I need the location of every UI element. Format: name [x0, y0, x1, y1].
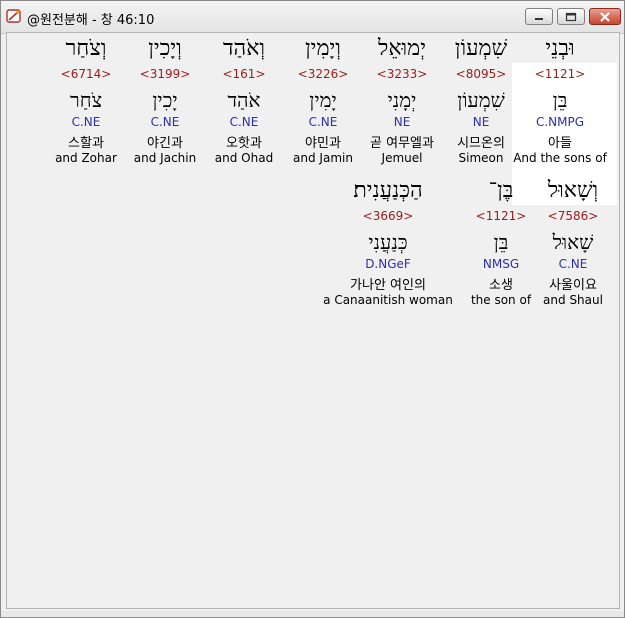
morphology-code: C.NE — [229, 115, 259, 129]
hebrew-word: וְאֹהַד — [222, 36, 266, 61]
strong-number: <161> — [222, 67, 266, 81]
root-word: יְמָנִי — [387, 88, 417, 112]
window-title: @원전분해 - 창 46:10 — [27, 13, 155, 28]
maximize-icon — [558, 9, 584, 24]
title-bar[interactable]: @원전분해 - 창 46:10 — [1, 1, 624, 34]
morphology-code: NE — [393, 115, 411, 129]
hebrew-word: שִׁמְעוֹן — [454, 36, 508, 61]
english-gloss: and Zohar — [55, 151, 117, 165]
hebrew-word: וְיָמִין — [305, 36, 341, 61]
root-word: צֹחַר — [69, 88, 103, 112]
app-window: @원전분해 - 창 46:10 וּבְנֵי <1121> בֵּן C.NMPG 아… — [0, 0, 625, 618]
word-column[interactable]: בֶּן־ <1121> בֵּן NMSG 소생 the son of — [455, 175, 547, 315]
korean-gloss: 스할과 — [68, 136, 104, 151]
hebrew-word: וְצֹחַר — [65, 36, 107, 61]
root-word: בֵּן — [552, 88, 568, 112]
strong-number: <3233> — [376, 67, 428, 81]
close-button[interactable] — [589, 8, 621, 25]
korean-gloss: 가나안 여인의 — [350, 278, 426, 293]
close-icon — [590, 9, 620, 24]
root-word: שִׁמְעוֹן — [457, 88, 505, 112]
morphology-code: C.NE — [71, 115, 101, 129]
root-word: יָכִין — [152, 88, 178, 112]
root-word: כְּנַעֲנִי — [368, 230, 408, 254]
hebrew-word: בֶּן־ — [488, 178, 514, 203]
strong-number: <3199> — [139, 67, 191, 81]
strong-number: <1121> — [475, 209, 527, 223]
english-gloss: a Canaanitish woman — [323, 293, 453, 307]
morphology-code: NE — [472, 115, 490, 129]
morphology-code: C.NE — [308, 115, 338, 129]
word-column[interactable]: וְצֹחַר <6714> צֹחַר C.NE 스할과 and Zohar — [40, 33, 132, 173]
strong-number: <8095> — [455, 67, 507, 81]
hebrew-word: יְמוּאֵל — [378, 36, 426, 61]
hebrew-word: הַכְּנַעֲנִית׃ — [353, 178, 423, 203]
status-bar — [1, 611, 624, 617]
strong-number: <3669> — [362, 209, 414, 223]
word-column[interactable]: הַכְּנַעֲנִית׃ <3669> כְּנַעֲנִי D.NGeF 가나안 … — [323, 175, 453, 315]
minimize-button[interactable] — [525, 8, 553, 25]
hebrew-word: וּבְנֵי — [545, 36, 575, 61]
maximize-button[interactable] — [557, 8, 585, 25]
root-word: אֹהַד — [227, 88, 261, 112]
root-word: בֵּן — [493, 230, 509, 254]
hebrew-word: וְיָכִין — [148, 36, 182, 61]
strong-number: <6714> — [60, 67, 112, 81]
morphology-code: NMSG — [482, 257, 520, 271]
interlinear-panel[interactable]: וּבְנֵי <1121> בֵּן C.NMPG 아들 And the sons of… — [6, 32, 620, 609]
morphology-code: C.NMPG — [535, 115, 585, 129]
root-word: יָמִין — [309, 88, 337, 112]
morphology-code: D.NGeF — [365, 257, 411, 271]
strong-number: <3226> — [297, 67, 349, 81]
scroll-icon[interactable] — [5, 7, 23, 25]
minimize-icon — [526, 9, 552, 24]
strong-number: <1121> — [534, 67, 586, 81]
morphology-code: C.NE — [150, 115, 180, 129]
